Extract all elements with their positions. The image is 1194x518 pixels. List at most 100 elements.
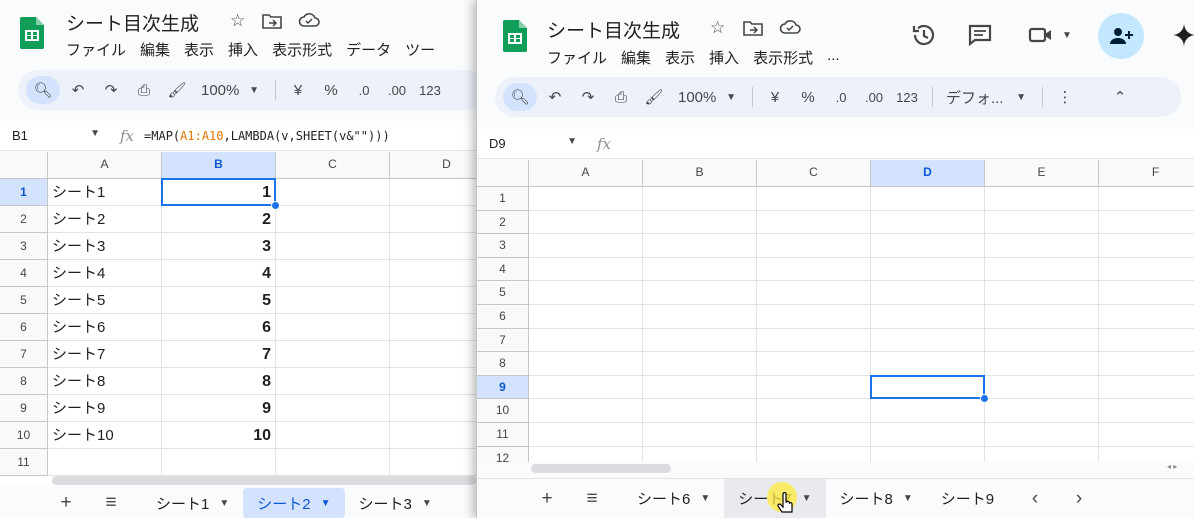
cell-grid[interactable]: A B C D E F 1 2 3 4 5 6 7 8 9 10 11 12 (477, 160, 1194, 462)
cell-d[interactable] (871, 328, 985, 353)
row-header[interactable]: 1 (0, 179, 48, 206)
cell-b[interactable] (643, 210, 757, 235)
number-format-button[interactable]: 123 (415, 76, 445, 104)
cell-e[interactable] (985, 305, 1099, 329)
search-menus-icon[interactable]: 🔍︎ (503, 83, 537, 111)
corner-header[interactable] (477, 160, 529, 187)
cell-a[interactable]: シート6 (48, 314, 162, 341)
menu-tools[interactable]: ツー (405, 39, 435, 60)
cell-e[interactable] (985, 187, 1099, 211)
row-header[interactable]: 1 (477, 187, 529, 211)
cell-c[interactable] (276, 368, 390, 395)
cell-f[interactable] (1099, 447, 1194, 462)
move-folder-icon[interactable] (743, 19, 763, 37)
sheet-tab[interactable]: シート2 ▼ (243, 488, 345, 518)
cell-f[interactable] (1099, 281, 1194, 305)
menu-view[interactable]: 表示 (184, 39, 214, 60)
cell-f[interactable] (1099, 305, 1194, 329)
row-header[interactable]: 2 (0, 206, 48, 233)
corner-header[interactable] (0, 152, 48, 179)
cell-e[interactable] (985, 352, 1099, 376)
cell-e[interactable] (985, 234, 1099, 258)
cell-e[interactable] (985, 257, 1099, 282)
cell-f[interactable] (1099, 399, 1194, 423)
sheet-tab[interactable]: シート6 ▼ (623, 479, 724, 518)
version-history-icon[interactable] (911, 22, 937, 48)
cell-b[interactable] (643, 234, 757, 258)
row-header[interactable]: 11 (0, 449, 48, 476)
cell-a[interactable]: シート2 (48, 206, 162, 233)
zoom-select[interactable]: 100% ▼ (672, 83, 742, 111)
menu-file[interactable]: ファイル (547, 47, 607, 68)
cell-a[interactable]: シート9 (48, 395, 162, 422)
horizontal-scrollbar[interactable] (531, 464, 671, 473)
doc-title[interactable]: シート目次生成 (66, 9, 199, 36)
cell-b[interactable]: 9 (162, 395, 276, 422)
name-box[interactable]: B1 ▼ (0, 128, 108, 143)
row-header[interactable]: 10 (0, 422, 48, 449)
formula-input[interactable]: =MAP(A1:A10,LAMBDA(v,SHEET(v&""))) (144, 129, 390, 143)
meet-button[interactable]: ▼ (1025, 22, 1075, 48)
row-header[interactable]: 4 (477, 257, 529, 282)
cell-b[interactable]: 10 (162, 422, 276, 449)
cell-d[interactable] (390, 368, 476, 395)
cell-a[interactable] (529, 305, 643, 329)
cell-d[interactable] (871, 281, 985, 305)
cell-b[interactable]: 8 (162, 368, 276, 395)
column-header-a[interactable]: A (48, 152, 162, 179)
cell-c[interactable] (757, 305, 871, 329)
column-header-c[interactable]: C (276, 152, 390, 179)
font-select[interactable]: デフォ... ▼ (940, 83, 1032, 111)
search-menus-icon[interactable]: 🔍︎ (26, 76, 60, 104)
cell-d[interactable] (390, 314, 476, 341)
sheet-tab[interactable]: シート8 ▼ (826, 479, 927, 518)
fill-handle[interactable] (271, 201, 280, 210)
add-sheet-icon[interactable]: + (523, 488, 571, 510)
cell-b[interactable]: 4 (162, 260, 276, 287)
cell-a[interactable]: シート5 (48, 287, 162, 314)
cell-b[interactable] (643, 352, 757, 376)
cell-d[interactable] (390, 449, 476, 476)
row-header[interactable]: 3 (477, 234, 529, 258)
menu-insert[interactable]: 挿入 (709, 47, 739, 68)
name-box[interactable]: D9 ▼ (477, 136, 585, 151)
undo-icon[interactable]: ↶ (540, 83, 570, 111)
cell-grid[interactable]: A B C D 1 シート1 1 2 シート2 2 3 シート3 3 4 シート4 4 5 シート5 5 6 シート6 6… (0, 152, 476, 486)
doc-title[interactable]: シート目次生成 (547, 16, 680, 43)
row-header[interactable]: 10 (477, 399, 529, 423)
cell-b[interactable] (643, 446, 757, 462)
cell-a[interactable] (529, 446, 643, 462)
cell-f[interactable] (1099, 376, 1194, 400)
menu-view[interactable]: 表示 (665, 47, 695, 68)
print-icon[interactable]: ⎙ (606, 83, 636, 111)
sheet-tab[interactable]: シート3 ▼ (345, 488, 446, 518)
redo-icon[interactable]: ↷ (96, 76, 126, 104)
cell-a[interactable] (529, 328, 643, 353)
menu-format[interactable]: 表示形式 (753, 47, 813, 68)
cell-f[interactable] (1099, 329, 1194, 353)
cell-c[interactable] (276, 314, 390, 341)
menu-edit[interactable]: 編集 (140, 39, 170, 60)
cell-f[interactable] (1099, 352, 1194, 376)
cell-c[interactable] (276, 179, 390, 206)
paint-format-icon[interactable]: 🖌︎ (639, 83, 669, 111)
cell-a[interactable] (529, 210, 643, 235)
cell-d[interactable] (390, 395, 476, 422)
cell-b[interactable] (643, 257, 757, 282)
cell-a[interactable] (48, 449, 162, 476)
cell-a[interactable] (529, 257, 643, 282)
row-header[interactable]: 2 (477, 210, 529, 235)
cell-c[interactable] (276, 260, 390, 287)
column-header-d[interactable]: D (871, 160, 985, 187)
cell-b[interactable] (643, 399, 757, 423)
cell-b[interactable]: 1 (162, 179, 276, 206)
all-sheets-icon[interactable]: ≡ (571, 488, 613, 510)
zoom-select[interactable]: 100% ▼ (195, 76, 265, 104)
sheets-logo-icon[interactable] (20, 17, 44, 49)
cell-d[interactable] (871, 423, 985, 447)
column-header-b[interactable]: B (162, 152, 276, 179)
cell-c[interactable] (276, 287, 390, 314)
cell-a[interactable]: シート8 (48, 368, 162, 395)
cell-b[interactable]: 7 (162, 341, 276, 368)
cell-d[interactable] (390, 233, 476, 260)
